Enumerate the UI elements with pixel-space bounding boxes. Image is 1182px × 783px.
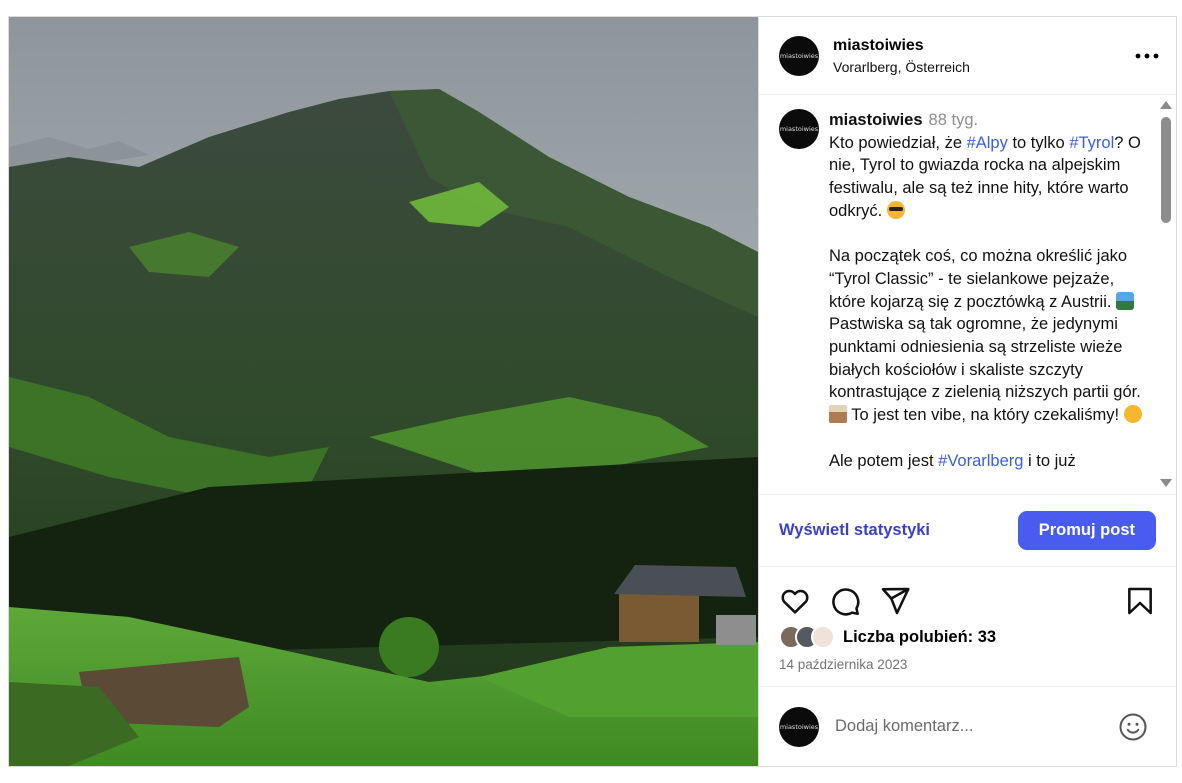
church-emoji-icon xyxy=(829,405,847,424)
emoji-picker-icon[interactable] xyxy=(1118,712,1148,742)
share-send-icon[interactable] xyxy=(879,585,911,617)
scroll-up-arrow-icon[interactable] xyxy=(1160,101,1172,109)
insights-bar: Wyświetl statystyki Promuj post xyxy=(759,495,1176,567)
heart-icon[interactable] xyxy=(779,585,811,617)
likes-row: Liczba polubień: 33 xyxy=(759,619,1176,649)
comment-icon[interactable] xyxy=(829,585,861,617)
caption-scrollbar[interactable] xyxy=(1160,101,1172,487)
likes-count[interactable]: Liczba polubień: 33 xyxy=(843,628,996,647)
caption-paragraph-1: Kto powiedział, że #Alpy to tylko #Tyrol… xyxy=(829,132,1146,223)
post-side-panel: miastoiwies miastoiwies Vorarlberg, Öste… xyxy=(758,17,1176,766)
bookmark-icon[interactable] xyxy=(1124,585,1156,617)
comment-input[interactable]: Dodaj komentarz... xyxy=(835,717,1118,736)
post-author: miastoiwies Vorarlberg, Österreich xyxy=(833,37,1132,75)
caption-text-segment: i to już xyxy=(1023,451,1076,470)
avatar-text: miastoiwies xyxy=(779,51,819,60)
star-struck-emoji-icon xyxy=(1123,405,1142,424)
username[interactable]: miastoiwies xyxy=(833,37,1132,55)
caption-text-segment: Pastwiska są tak ogromne, że jedynymi pu… xyxy=(829,315,1141,402)
hashtag-link[interactable]: #Tyrol xyxy=(1069,134,1114,152)
instagram-post: miastoiwies miastoiwies Vorarlberg, Öste… xyxy=(8,16,1177,767)
comment-bar: miastoiwies Dodaj komentarz... xyxy=(759,686,1176,766)
promote-post-button[interactable]: Promuj post xyxy=(1017,511,1156,550)
caption-avatar[interactable]: miastoiwies xyxy=(779,109,819,149)
caption: miastoiwies miastoiwies 88 tyg. Kto powie… xyxy=(759,95,1176,472)
location[interactable]: Vorarlberg, Österreich xyxy=(833,59,1132,75)
liker-avatars[interactable] xyxy=(779,625,835,649)
caption-text-segment: Na początek coś, co można określić jako … xyxy=(829,247,1128,311)
scroll-down-arrow-icon[interactable] xyxy=(1160,479,1172,487)
commenter-avatar: miastoiwies xyxy=(779,706,819,747)
caption-area[interactable]: miastoiwies miastoiwies 88 tyg. Kto powie… xyxy=(759,95,1176,495)
caption-paragraph-3: Ale potem jest #Vorarlberg i to już xyxy=(829,450,1146,473)
caption-text-segment: to tylko xyxy=(1007,133,1070,152)
caption-text-segment: Kto powiedział, że xyxy=(829,133,967,152)
view-insights-link[interactable]: Wyświetl statystyki xyxy=(779,521,930,540)
caption-text-segment: To jest ten vibe, na który czekaliśmy! xyxy=(847,406,1120,425)
mountain-photo-emoji-icon xyxy=(1116,291,1135,310)
hashtag-link[interactable]: #Alpy xyxy=(967,134,1008,152)
more-options-button[interactable] xyxy=(1132,41,1162,71)
mountain-landscape-image xyxy=(9,17,758,766)
caption-text-segment: Ale potem jest xyxy=(829,451,939,470)
sunglasses-emoji-icon xyxy=(886,200,905,219)
action-bar xyxy=(759,567,1176,619)
post-photo[interactable] xyxy=(9,17,758,766)
liker-avatar xyxy=(811,625,835,649)
avatar-text: miastoiwies xyxy=(779,125,819,133)
caption-paragraph-2: Na początek coś, co można określić jako … xyxy=(829,245,1146,427)
caption-text: miastoiwies 88 tyg. Kto powiedział, że #A… xyxy=(829,109,1146,472)
caption-username[interactable]: miastoiwies xyxy=(829,111,923,129)
hashtag-link[interactable]: #Vorarlberg xyxy=(938,452,1023,470)
avatar[interactable]: miastoiwies xyxy=(779,35,819,76)
more-horizontal-icon xyxy=(1135,53,1159,58)
avatar-text: miastoiwies xyxy=(779,722,819,731)
post-header: miastoiwies miastoiwies Vorarlberg, Öste… xyxy=(759,17,1176,95)
post-date[interactable]: 14 października 2023 xyxy=(759,649,1176,672)
post-age[interactable]: 88 tyg. xyxy=(929,111,979,129)
scrollbar-thumb[interactable] xyxy=(1161,117,1171,223)
